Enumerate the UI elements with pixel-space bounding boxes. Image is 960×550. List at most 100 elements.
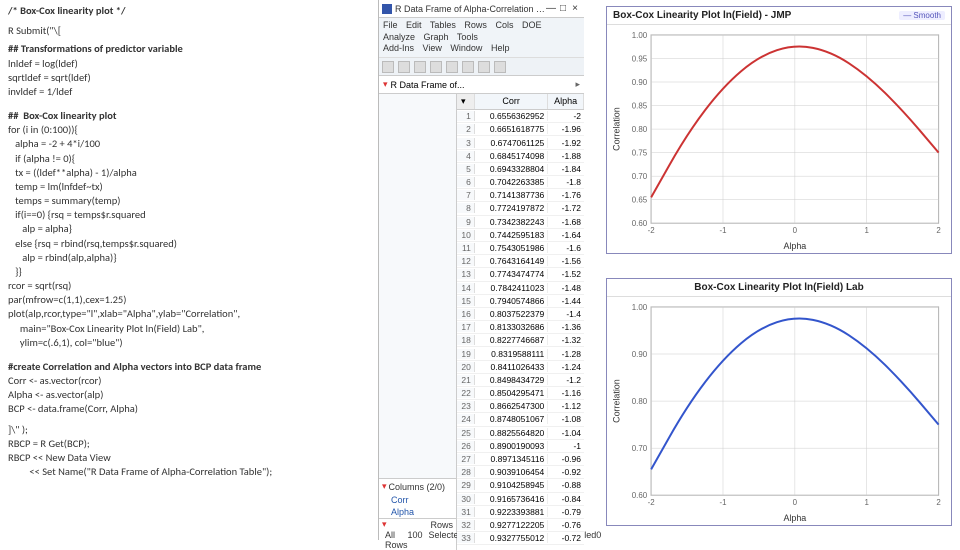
cell-corr[interactable]: 0.8971345116 bbox=[475, 454, 548, 464]
minimize-icon[interactable]: — bbox=[545, 3, 557, 14]
cell-corr[interactable]: 0.7342382243 bbox=[475, 217, 548, 227]
cell-alpha[interactable]: -1.4 bbox=[548, 309, 584, 319]
cell-alpha[interactable]: -1.68 bbox=[548, 217, 584, 227]
table-row[interactable]: 30.6747061125-1.92 bbox=[457, 136, 584, 149]
cell-alpha[interactable]: -1.8 bbox=[548, 177, 584, 187]
col-header-alpha[interactable]: Alpha bbox=[548, 94, 584, 109]
table-row[interactable]: 50.6943328804-1.84 bbox=[457, 163, 584, 176]
table-row[interactable]: 130.7743474774-1.52 bbox=[457, 268, 584, 281]
toolbar-icon[interactable] bbox=[414, 61, 426, 73]
table-row[interactable]: 120.7643164149-1.56 bbox=[457, 255, 584, 268]
cell-alpha[interactable]: -0.79 bbox=[548, 507, 584, 517]
cell-corr[interactable]: 0.8319588111 bbox=[475, 349, 548, 359]
cell-alpha[interactable]: -0.92 bbox=[548, 467, 584, 477]
table-row[interactable]: 100.7442595183-1.64 bbox=[457, 229, 584, 242]
cell-alpha[interactable]: -1.88 bbox=[548, 151, 584, 161]
cell-alpha[interactable]: -1.04 bbox=[548, 428, 584, 438]
cell-corr[interactable]: 0.8133032686 bbox=[475, 322, 548, 332]
menu-addins[interactable]: Add-Ins bbox=[383, 43, 414, 53]
cell-corr[interactable]: 0.7042263385 bbox=[475, 177, 548, 187]
toolbar-icon[interactable] bbox=[446, 61, 458, 73]
menu-tables[interactable]: Tables bbox=[430, 20, 456, 30]
cell-alpha[interactable]: -1.76 bbox=[548, 190, 584, 200]
cell-alpha[interactable]: -1.08 bbox=[548, 414, 584, 424]
cell-alpha[interactable]: -1.92 bbox=[548, 138, 584, 148]
cell-corr[interactable]: 0.7543051986 bbox=[475, 243, 548, 253]
menu-tools[interactable]: Tools bbox=[457, 32, 478, 42]
table-row[interactable]: 80.7724197872-1.72 bbox=[457, 202, 584, 215]
cell-alpha[interactable]: -1.56 bbox=[548, 256, 584, 266]
table-row[interactable]: 200.8411026433-1.24 bbox=[457, 361, 584, 374]
cell-alpha[interactable]: -1.72 bbox=[548, 203, 584, 213]
cell-alpha[interactable]: -1.96 bbox=[548, 124, 584, 134]
menu-analyze[interactable]: Analyze bbox=[383, 32, 415, 42]
jmp-data-table[interactable]: ▾ Corr Alpha 10.6556362952-220.665161877… bbox=[457, 94, 584, 550]
toolbar-icon[interactable] bbox=[398, 61, 410, 73]
disclosure-icon[interactable]: ▾ bbox=[383, 79, 388, 90]
toolbar-icon[interactable] bbox=[462, 61, 474, 73]
cell-corr[interactable]: 0.7724197872 bbox=[475, 203, 548, 213]
menu-view[interactable]: View bbox=[423, 43, 442, 53]
cell-corr[interactable]: 0.6943328804 bbox=[475, 164, 548, 174]
cell-alpha[interactable]: -1.2 bbox=[548, 375, 584, 385]
toolbar-icon[interactable] bbox=[494, 61, 506, 73]
table-body[interactable]: 10.6556362952-220.6651618775-1.9630.6747… bbox=[457, 110, 584, 545]
cell-alpha[interactable]: -1.6 bbox=[548, 243, 584, 253]
cell-corr[interactable]: 0.6845174098 bbox=[475, 151, 548, 161]
table-row[interactable]: 190.8319588111-1.28 bbox=[457, 347, 584, 360]
cell-corr[interactable]: 0.9165736416 bbox=[475, 494, 548, 504]
table-row[interactable]: 220.8504295471-1.16 bbox=[457, 387, 584, 400]
disclosure-icon[interactable]: ▾ bbox=[382, 519, 387, 530]
cell-corr[interactable]: 0.7743474774 bbox=[475, 269, 548, 279]
menu-window[interactable]: Window bbox=[450, 43, 482, 53]
menu-rows[interactable]: Rows bbox=[464, 20, 487, 30]
toolbar-icon[interactable] bbox=[382, 61, 394, 73]
table-row[interactable]: 150.7940574866-1.44 bbox=[457, 295, 584, 308]
table-row[interactable]: 170.8133032686-1.36 bbox=[457, 321, 584, 334]
jmp-source-row[interactable]: ▾ R Data Frame of... ▸ bbox=[379, 76, 584, 94]
cell-alpha[interactable]: -0.76 bbox=[548, 520, 584, 530]
cell-corr[interactable]: 0.7940574866 bbox=[475, 296, 548, 306]
table-row[interactable]: 300.9165736416-0.84 bbox=[457, 493, 584, 506]
column-item[interactable]: Alpha bbox=[379, 506, 456, 518]
cell-corr[interactable]: 0.6556362952 bbox=[475, 111, 548, 121]
cell-alpha[interactable]: -0.84 bbox=[548, 494, 584, 504]
cell-corr[interactable]: 0.9277122205 bbox=[475, 520, 548, 530]
cell-corr[interactable]: 0.7442595183 bbox=[475, 230, 548, 240]
cell-corr[interactable]: 0.8748051067 bbox=[475, 414, 548, 424]
col-header-corr[interactable]: Corr bbox=[475, 94, 548, 109]
cell-corr[interactable]: 0.9223393881 bbox=[475, 507, 548, 517]
cell-corr[interactable]: 0.8504295471 bbox=[475, 388, 548, 398]
table-row[interactable]: 250.8825564820-1.04 bbox=[457, 427, 584, 440]
cell-alpha[interactable]: -0.96 bbox=[548, 454, 584, 464]
table-row[interactable]: 70.7141387736-1.76 bbox=[457, 189, 584, 202]
cell-corr[interactable]: 0.8227746687 bbox=[475, 335, 548, 345]
cell-alpha[interactable]: -1.16 bbox=[548, 388, 584, 398]
cell-corr[interactable]: 0.6651618775 bbox=[475, 124, 548, 134]
cell-alpha[interactable]: -1.24 bbox=[548, 362, 584, 372]
close-icon[interactable]: × bbox=[569, 3, 581, 14]
cell-alpha[interactable]: -1.12 bbox=[548, 401, 584, 411]
menu-graph[interactable]: Graph bbox=[424, 32, 449, 42]
cell-alpha[interactable]: -1.44 bbox=[548, 296, 584, 306]
menu-cols[interactable]: Cols bbox=[495, 20, 513, 30]
cell-alpha[interactable]: -1.64 bbox=[548, 230, 584, 240]
cell-alpha[interactable]: -1.48 bbox=[548, 283, 584, 293]
table-row[interactable]: 90.7342382243-1.68 bbox=[457, 216, 584, 229]
table-row[interactable]: 270.8971345116-0.96 bbox=[457, 453, 584, 466]
cell-corr[interactable]: 0.6747061125 bbox=[475, 138, 548, 148]
cell-corr[interactable]: 0.7842411023 bbox=[475, 283, 548, 293]
jmp-titlebar[interactable]: R Data Frame of Alpha-Correlation Table … bbox=[379, 0, 584, 18]
cell-corr[interactable]: 0.7141387736 bbox=[475, 190, 548, 200]
cell-corr[interactable]: 0.8411026433 bbox=[475, 362, 548, 372]
cell-corr[interactable]: 0.9104258945 bbox=[475, 480, 548, 490]
column-item[interactable]: Corr bbox=[379, 494, 456, 506]
cell-alpha[interactable]: -1.52 bbox=[548, 269, 584, 279]
cell-alpha[interactable]: -1.36 bbox=[548, 322, 584, 332]
menu-file[interactable]: File bbox=[383, 20, 398, 30]
cell-corr[interactable]: 0.7643164149 bbox=[475, 256, 548, 266]
toolbar-icon[interactable] bbox=[478, 61, 490, 73]
table-row[interactable]: 40.6845174098-1.88 bbox=[457, 150, 584, 163]
maximize-icon[interactable]: □ bbox=[557, 3, 569, 14]
table-row[interactable]: 230.8662547300-1.12 bbox=[457, 400, 584, 413]
